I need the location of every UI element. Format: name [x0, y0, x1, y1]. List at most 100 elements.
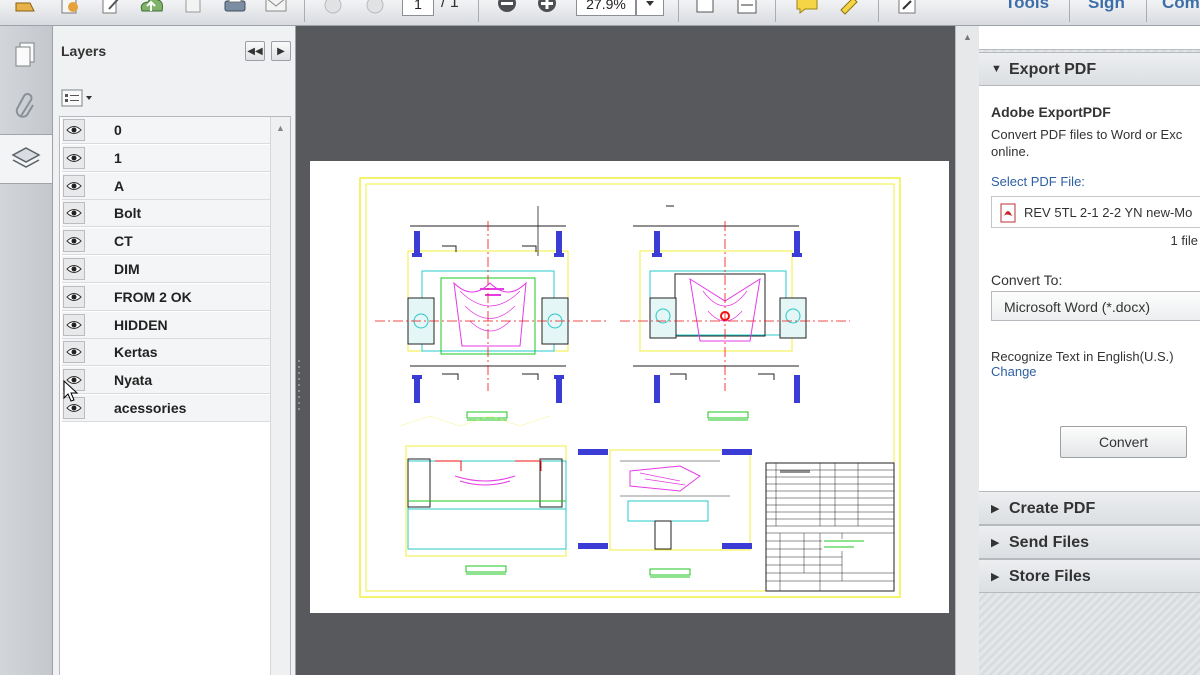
layer-name: CT [114, 233, 133, 250]
layer-name: acessories [114, 400, 187, 416]
visibility-eye-icon[interactable] [63, 341, 85, 364]
create-pdf-header[interactable]: ▶ Create PDF [979, 491, 1200, 525]
layer-row[interactable]: Nyata [62, 367, 270, 395]
layer-name: Nyata [114, 372, 153, 389]
main-toolbar: 1 / 1 27.9% Tools Sign Com [0, 0, 1200, 26]
visibility-eye-icon[interactable] [63, 146, 85, 169]
save-icon[interactable] [178, 0, 208, 18]
convert-to-select[interactable]: Microsoft Word (*.docx) [991, 291, 1200, 321]
document-scrollbar[interactable]: ▲ [955, 26, 979, 675]
collapsed-arrow-icon: ▶ [991, 503, 1000, 515]
layer-name: FROM 2 OK [114, 288, 192, 305]
page-number-input[interactable]: 1 [402, 0, 434, 16]
tools-pane-top-bar [979, 26, 1200, 50]
email-icon[interactable] [261, 0, 291, 18]
export-heading: Adobe ExportPDF [991, 104, 1111, 120]
panel-splitter-handle[interactable] [296, 356, 302, 416]
prev-page-icon[interactable] [318, 0, 348, 18]
export-pdf-title: Export PDF [1009, 61, 1097, 78]
export-pdf-section: Adobe ExportPDF Convert PDF files to Wor… [979, 86, 1200, 491]
expanded-arrow-icon: ▼ [991, 63, 1002, 75]
mouse-cursor-icon [63, 380, 79, 402]
send-files-title: Send Files [1009, 534, 1090, 551]
navigation-pane-strip [0, 26, 53, 675]
layer-row[interactable]: 0 [62, 117, 270, 144]
select-pdf-file-label: Select PDF File: [991, 174, 1085, 189]
collapse-panel-icon[interactable]: ◀◀ [245, 41, 265, 61]
scroll-up-icon[interactable]: ▲ [963, 32, 972, 42]
layer-name: Kertas [114, 344, 158, 361]
comment-icon[interactable] [792, 0, 822, 18]
layer-row[interactable]: HIDDEN [62, 311, 270, 339]
create-icon[interactable] [54, 0, 84, 18]
visibility-eye-icon[interactable] [63, 258, 85, 280]
store-files-title: Store Files [1009, 568, 1091, 585]
export-pdf-header[interactable]: ▼ Export PDF [979, 52, 1200, 86]
visibility-eye-icon[interactable] [63, 174, 85, 197]
page-total: / 1 [441, 0, 459, 11]
options-list-icon[interactable] [61, 89, 95, 107]
visibility-eye-icon[interactable] [63, 313, 85, 336]
layer-list: 0 1 A Bolt CT DIM FROM 2 OK HIDDEN Kertas Nyata ac… [59, 116, 291, 675]
layer-row[interactable]: acessories [62, 395, 270, 422]
store-files-header[interactable]: ▶ Store Files [979, 559, 1200, 593]
collapsed-arrow-icon: ▶ [991, 571, 1000, 583]
fit-page-icon[interactable] [690, 0, 720, 18]
layer-name: Bolt [114, 205, 142, 222]
highlight-icon[interactable] [834, 0, 864, 18]
layer-row[interactable]: CT [62, 228, 270, 256]
convert-to-value: Microsoft Word (*.docx) [1004, 299, 1150, 315]
pdf-file-icon [1000, 203, 1016, 223]
selected-file-box[interactable]: REV 5TL 2-1 2-2 YN new-Mo [991, 196, 1200, 228]
layers-panel-title: Layers [61, 43, 107, 59]
zoom-in-icon[interactable] [532, 0, 562, 18]
layers-panel: Layers ◀◀ ▶ 0 1 A Bolt CT DIM FROM 2 OK HIDDEN K… [53, 26, 296, 675]
next-panel-icon[interactable]: ▶ [271, 41, 291, 61]
layer-name: 0 [114, 122, 122, 138]
layers-icon[interactable] [0, 134, 52, 184]
layer-row[interactable]: FROM 2 OK [62, 283, 270, 311]
sign-link[interactable]: Sign [1088, 0, 1125, 13]
next-page-icon[interactable] [360, 0, 390, 18]
collapsed-arrow-icon: ▶ [991, 537, 1000, 549]
layer-name: 1 [114, 149, 122, 166]
layer-row[interactable]: Kertas [62, 339, 270, 367]
open-icon[interactable] [10, 0, 40, 18]
upload-icon[interactable] [136, 0, 166, 18]
convert-to-label: Convert To: [991, 272, 1063, 288]
pdf-page [310, 161, 949, 613]
visibility-eye-icon[interactable] [63, 202, 85, 225]
layer-row[interactable]: DIM [62, 256, 270, 283]
recognize-text-label: Recognize Text in English(U.S.) [991, 349, 1174, 364]
zoom-dropdown-icon[interactable] [636, 0, 664, 16]
tools-link[interactable]: Tools [1005, 0, 1049, 13]
export-description-line2: online. [991, 144, 1030, 159]
layer-list-scrollbar[interactable]: ▲ [270, 117, 290, 675]
visibility-eye-icon[interactable] [63, 285, 85, 308]
document-view[interactable] [296, 26, 955, 675]
layer-row[interactable]: A [62, 172, 270, 200]
layer-row[interactable]: 1 [62, 144, 270, 172]
layers-options-menu[interactable] [61, 88, 95, 108]
selected-file-name: REV 5TL 2-1 2-2 YN new-Mo [1024, 205, 1193, 220]
layer-name: A [114, 177, 125, 194]
scroll-up-icon[interactable]: ▲ [276, 123, 285, 133]
tools-pane: ▼ Export PDF Adobe ExportPDF Convert PDF… [979, 26, 1200, 675]
comment-link[interactable]: Com [1162, 0, 1200, 13]
file-count: 1 file [1170, 233, 1198, 248]
page-thumbnails-icon[interactable] [0, 30, 52, 80]
zoom-out-icon[interactable] [492, 0, 522, 18]
expand-icon[interactable] [892, 0, 922, 18]
layer-name: HIDDEN [114, 316, 168, 333]
visibility-eye-icon[interactable] [63, 230, 85, 253]
fit-width-icon[interactable] [732, 0, 762, 18]
visibility-eye-icon[interactable] [63, 119, 85, 141]
edit-icon[interactable] [96, 0, 126, 18]
send-files-header[interactable]: ▶ Send Files [979, 525, 1200, 559]
attachments-icon[interactable] [0, 82, 52, 132]
change-link[interactable]: Change [991, 364, 1037, 379]
layer-row[interactable]: Bolt [62, 200, 270, 228]
zoom-level-input[interactable]: 27.9% [576, 0, 636, 16]
convert-button[interactable]: Convert [1060, 426, 1187, 458]
print-icon[interactable] [220, 0, 250, 18]
